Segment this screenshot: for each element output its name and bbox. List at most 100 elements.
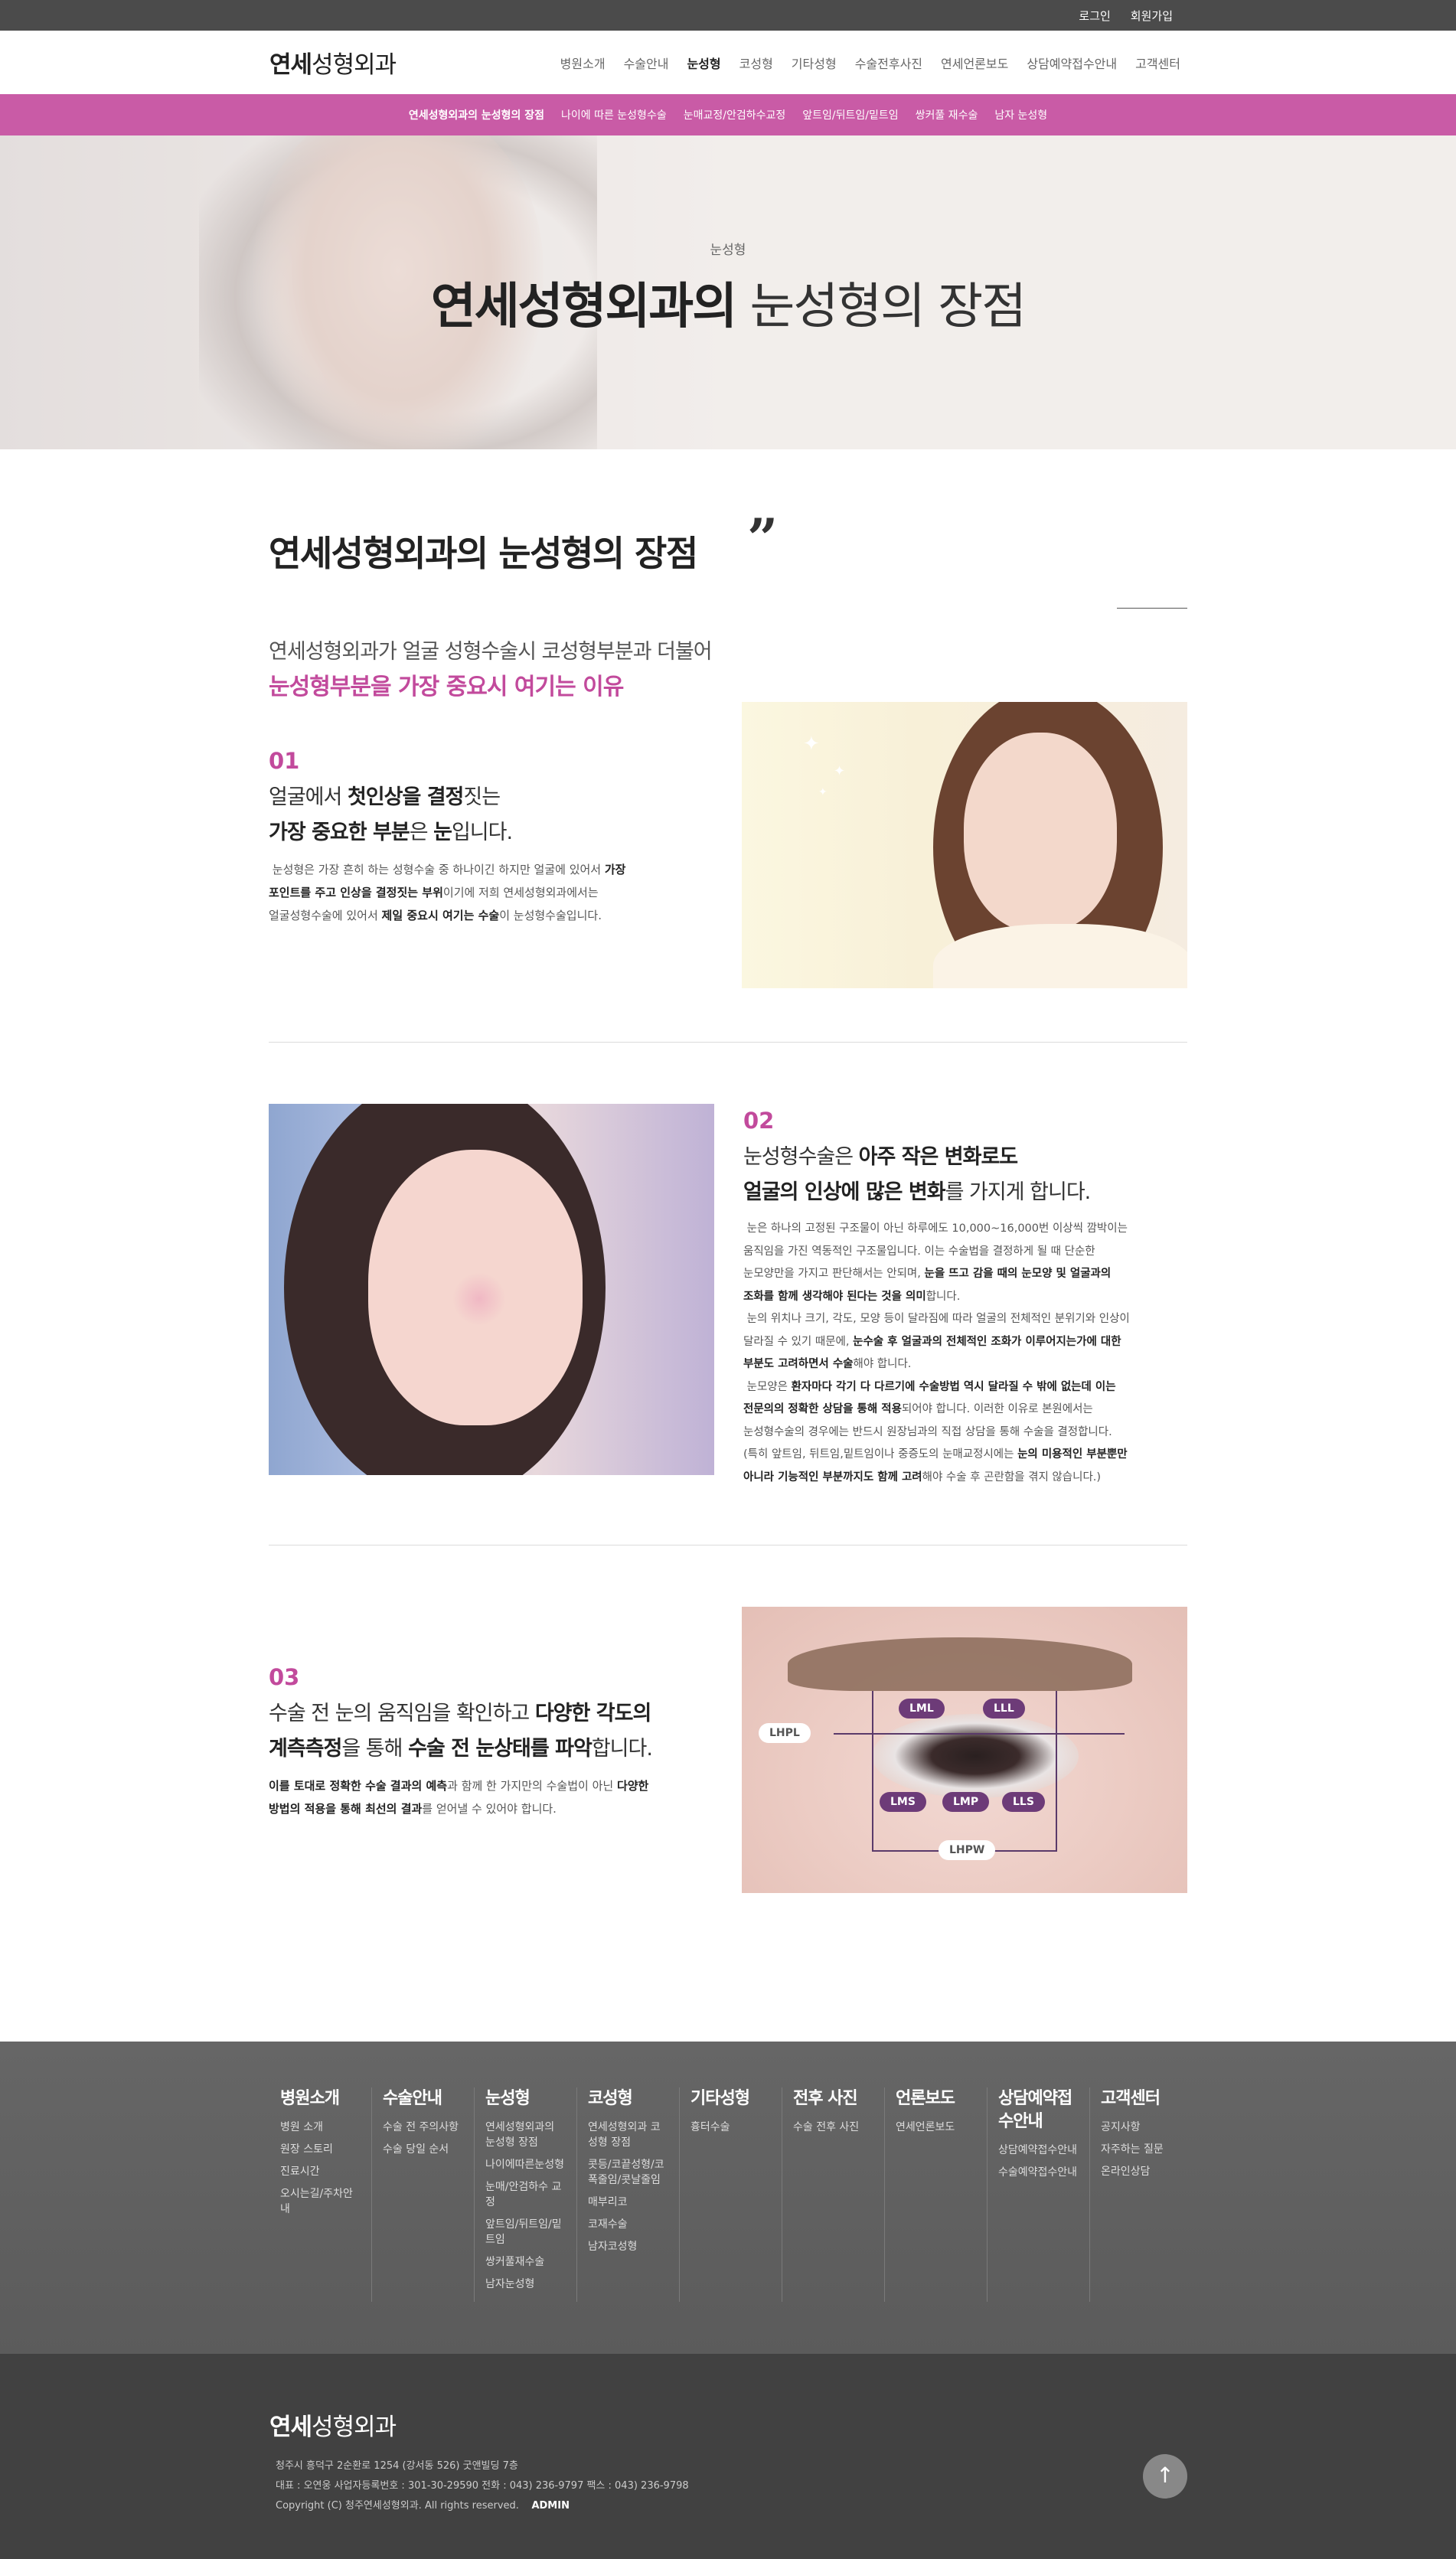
- footer-link[interactable]: 연세성형외과 코성형 장점: [588, 2120, 668, 2150]
- site-header: 연세성형외과 병원소개 수술안내 눈성형 코성형 기타성형 수술전후사진 연세언…: [0, 31, 1456, 94]
- utility-bar: 로그인 회원가입: [0, 0, 1456, 31]
- hero-title: 연세성형외과의 눈성형의 장점: [430, 279, 1027, 335]
- footer-column-title[interactable]: 언론보도: [896, 2087, 976, 2110]
- footer-info: 청주시 흥덕구 2순환로 1254 (강서동 526) 굿앤빌딩 7층 대표 :…: [276, 2456, 689, 2516]
- woman-portrait-image: ✦ ✦ ✦: [742, 702, 1187, 988]
- nav-item-nose-surgery[interactable]: 코성형: [739, 54, 773, 72]
- item-lead: 얼굴에서 첫인상을 결정짓는 가장 중요한 부분은 눈입니다.: [269, 785, 513, 844]
- main-nav: 병원소개 수술안내 눈성형 코성형 기타성형 수술전후사진 연세언론보도 상담예…: [560, 54, 1180, 72]
- footer-link[interactable]: 연세언론보도: [896, 2120, 976, 2135]
- sub-nav: 연세성형외과의 눈성형의 장점 나이에 따른 눈성형수술 눈매교정/안검하수교정…: [0, 94, 1456, 135]
- footer-column: 수술안내수술 전 주의사항수술 당일 순서: [372, 2087, 475, 2302]
- footer-column-title[interactable]: 병원소개: [280, 2087, 361, 2110]
- footer-column-title[interactable]: 코성형: [588, 2087, 668, 2110]
- footer-link[interactable]: 콧등/코끝성형/코폭줄임/콧날줄임: [588, 2157, 668, 2188]
- arrow-up-icon: ↑: [1156, 2463, 1174, 2488]
- login-link[interactable]: 로그인: [1079, 8, 1110, 24]
- item-description: 눈성형은 가장 흔히 하는 성형수술 중 하나이긴 하지만 얼굴에 있어서 가장…: [269, 863, 626, 922]
- site-footer: 연세성형외과 청주시 흥덕구 2순환로 1254 (강서동 526) 굿앤빌딩 …: [0, 2354, 1456, 2559]
- footer-link[interactable]: 연세성형외과의 눈성형 장점: [485, 2120, 566, 2150]
- footer-copyright: Copyright (C) 청주연세성형외과. All rights reser…: [276, 2500, 519, 2512]
- footer-column-title[interactable]: 상담예약접수안내: [998, 2087, 1079, 2133]
- footer-column: 코성형연세성형외과 코성형 장점콧등/코끝성형/코폭줄임/콧날줄임매부리코코재수…: [577, 2087, 680, 2302]
- subnav-item-revision[interactable]: 쌍커풀 재수술: [916, 107, 978, 122]
- footer-column-title[interactable]: 고객센터: [1101, 2087, 1182, 2110]
- advantage-item-1: 01 얼굴에서 첫인상을 결정짓는 가장 중요한 부분은 눈입니다. 눈성형은 …: [269, 702, 1187, 1042]
- hero-subtitle: 눈성형: [710, 243, 746, 258]
- footer-column-title[interactable]: 기타성형: [690, 2087, 771, 2110]
- footer-link[interactable]: 수술 당일 순서: [383, 2142, 463, 2157]
- label-lmp: LMP: [942, 1792, 990, 1812]
- item-description: 이를 토대로 정확한 수술 결과의 예측과 함께 한 가지만의 수술법이 아닌 …: [269, 1779, 649, 1816]
- site-logo[interactable]: 연세성형외과: [269, 45, 397, 80]
- footer-column: 전후 사진수술 전후 사진: [782, 2087, 885, 2302]
- subnav-item-epicanthoplasty[interactable]: 앞트임/뒤트임/밑트임: [802, 107, 898, 122]
- footer-column-title[interactable]: 눈성형: [485, 2087, 566, 2110]
- join-link[interactable]: 회원가입: [1131, 8, 1173, 24]
- divider: [1117, 608, 1187, 609]
- footer-logo: 연세성형외과: [269, 2414, 397, 2441]
- footer-link[interactable]: 오시는길/주차안내: [280, 2186, 361, 2217]
- footer-link[interactable]: 공지사항: [1101, 2120, 1182, 2135]
- footer-link[interactable]: 쌍커풀재수술: [485, 2254, 566, 2270]
- footer-link[interactable]: 매부리코: [588, 2195, 668, 2210]
- footer-link[interactable]: 온라인상담: [1101, 2164, 1182, 2179]
- footer-link[interactable]: 흉터수술: [690, 2120, 771, 2135]
- footer-link[interactable]: 앞트임/뒤트임/밑트임: [485, 2217, 566, 2247]
- label-lhpw: LHPW: [939, 1840, 996, 1860]
- footer-column: 병원소개병원 소개원장 스토리진료시간오시는길/주차안내: [269, 2087, 372, 2302]
- hero-banner: 눈성형 연세성형외과의 눈성형의 장점: [0, 135, 1456, 449]
- footer-link[interactable]: 수술예약접수안내: [998, 2165, 1079, 2180]
- scroll-top-button[interactable]: ↑: [1143, 2454, 1187, 2499]
- main-content: 연세성형외과의 눈성형의 장점 ” 연세성형외과가 얼굴 성형수술시 코성형부분…: [269, 449, 1187, 1974]
- nav-item-eye-surgery[interactable]: 눈성형: [687, 54, 720, 72]
- nav-item-other-surgery[interactable]: 기타성형: [792, 54, 837, 72]
- footer-link[interactable]: 상담예약접수안내: [998, 2143, 1079, 2158]
- nav-item-press[interactable]: 연세언론보도: [941, 54, 1008, 72]
- item-description: 눈은 하나의 고정된 구조물이 아닌 하루에도 10,000~16,000번 이…: [743, 1222, 1130, 1484]
- nav-item-about[interactable]: 병원소개: [560, 54, 606, 72]
- label-lll: LLL: [983, 1699, 1025, 1719]
- nav-item-surgery-guide[interactable]: 수술안내: [624, 54, 669, 72]
- subnav-item-male-eye[interactable]: 남자 눈성형: [994, 107, 1047, 122]
- subnav-item-ptosis[interactable]: 눈매교정/안검하수교정: [684, 107, 786, 122]
- footer-column-title[interactable]: 전후 사진: [793, 2087, 873, 2110]
- woman-closed-eyes-image: [269, 1104, 714, 1475]
- footer-link[interactable]: 진료시간: [280, 2164, 361, 2179]
- intro-highlight: 눈성형부분을 가장 중요시 여기는 이유: [269, 674, 624, 700]
- footer-column: 눈성형연세성형외과의 눈성형 장점나이에따른눈성형눈매/안검하수 교정앞트임/뒤…: [475, 2087, 577, 2302]
- footer-link[interactable]: 나이에따른눈성형: [485, 2157, 566, 2172]
- footer-column: 고객센터공지사항자주하는 질문온라인상담: [1090, 2087, 1193, 2302]
- label-lms: LMS: [880, 1792, 926, 1812]
- nav-item-customer-center[interactable]: 고객센터: [1135, 54, 1180, 72]
- nav-item-before-after[interactable]: 수술전후사진: [855, 54, 922, 72]
- footer-link[interactable]: 원장 스토리: [280, 2142, 361, 2157]
- label-lml: LML: [899, 1699, 945, 1719]
- advantage-item-2: 02 눈성형수술은 아주 작은 변화로도 얼굴의 인상에 많은 변화를 가지게 …: [269, 1043, 1187, 1545]
- footer-link[interactable]: 병원 소개: [280, 2120, 361, 2135]
- item-number: 03: [269, 1664, 300, 1690]
- footer-business-info: 대표 : 오연웅 사업자등록번호 : 301-30-29590 전화 : 043…: [276, 2480, 689, 2492]
- subnav-item-advantages[interactable]: 연세성형외과의 눈성형의 장점: [409, 107, 544, 122]
- footer-address: 청주시 흥덕구 2순환로 1254 (강서동 526) 굿앤빌딩 7층: [276, 2460, 518, 2472]
- item-lead: 눈성형수술은 아주 작은 변화로도 얼굴의 인상에 많은 변화를 가지게 합니다…: [743, 1145, 1091, 1204]
- footer-column: 언론보도연세언론보도: [885, 2087, 988, 2302]
- subnav-item-by-age[interactable]: 나이에 따른 눈성형수술: [561, 107, 667, 122]
- footer-link[interactable]: 남자코성형: [588, 2239, 668, 2254]
- section-title: 연세성형외과의 눈성형의 장점: [269, 533, 698, 574]
- footer-column-title[interactable]: 수술안내: [383, 2087, 463, 2110]
- footer-link[interactable]: 수술 전 주의사항: [383, 2120, 463, 2135]
- footer-link[interactable]: 자주하는 질문: [1101, 2142, 1182, 2157]
- item-number: 02: [743, 1108, 775, 1134]
- footer-sitemap: 병원소개 병원 소개 원장 스토리 진료시간 오시는길/주차안내 수술안내 수술 전 주의사…: [0, 2042, 1456, 2354]
- footer-link[interactable]: 남자눈성형: [485, 2277, 566, 2292]
- footer-link[interactable]: 눈매/안검하수 교정: [485, 2179, 566, 2210]
- label-lls: LLS: [1002, 1792, 1045, 1812]
- intro-text: 연세성형외과가 얼굴 성형수술시 코성형부분과 더불어: [269, 640, 713, 664]
- admin-link[interactable]: ADMIN: [531, 2500, 570, 2512]
- eye-measurement-image: LML LLL LHPL LMS LMP LLS LHPW: [742, 1607, 1187, 1893]
- footer-link[interactable]: 수술 전후 사진: [793, 2120, 873, 2135]
- nav-item-reservation[interactable]: 상담예약접수안내: [1027, 54, 1117, 72]
- label-lhpl: LHPL: [759, 1723, 811, 1743]
- footer-link[interactable]: 코재수술: [588, 2217, 668, 2232]
